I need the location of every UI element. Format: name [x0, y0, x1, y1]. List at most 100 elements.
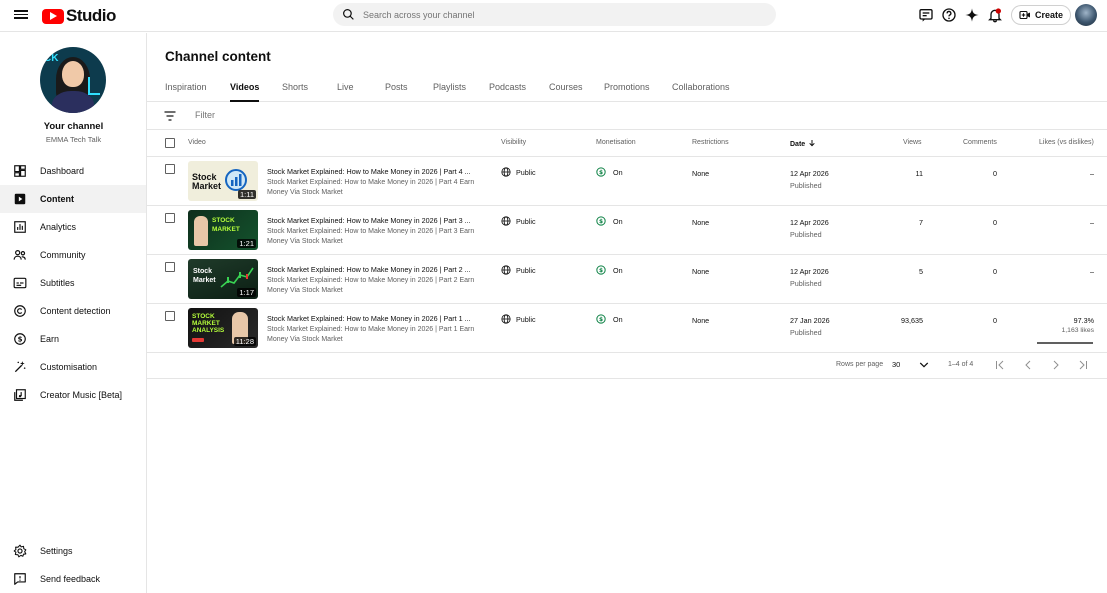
tab-courses[interactable]: Courses: [549, 82, 583, 102]
row-checkbox[interactable]: [165, 311, 175, 321]
subtitles-icon: [13, 277, 27, 289]
video-plus-icon: [1019, 10, 1030, 20]
monetisation-label: On: [613, 167, 623, 177]
search-bar[interactable]: [333, 3, 776, 26]
header-visibility: Visibility: [501, 139, 527, 146]
sidebar-item-content-detection[interactable]: Content detection: [0, 297, 146, 325]
tab-live[interactable]: Live: [337, 82, 354, 102]
video-thumbnail[interactable]: STOCK MARKET 1:21: [188, 210, 258, 250]
views-value: 5: [919, 267, 923, 276]
table-row[interactable]: Stock Market 1:17 Stock Market Explained…: [147, 255, 1107, 304]
notifications-icon[interactable]: [987, 7, 1003, 23]
tab-posts[interactable]: Posts: [385, 82, 408, 102]
row-checkbox[interactable]: [165, 213, 175, 223]
video-thumbnail[interactable]: Stock Market 1:17: [188, 259, 258, 299]
likes-value: –: [1090, 218, 1094, 227]
comments-value: 0: [993, 267, 997, 276]
monetisation-status[interactable]: $ On: [596, 167, 623, 177]
sidebar-item-settings[interactable]: Settings: [0, 537, 146, 565]
content-tabs: Inspiration Videos Shorts Live Posts Pla…: [147, 79, 1107, 102]
visibility-status[interactable]: Public: [501, 167, 536, 177]
filter-input[interactable]: [195, 110, 595, 120]
sidebar-item-analytics[interactable]: Analytics: [0, 213, 146, 241]
date-value: 12 Apr 2026: [790, 267, 829, 276]
first-page-icon[interactable]: [994, 359, 1006, 371]
menu-icon[interactable]: [14, 8, 28, 22]
sparkle-icon[interactable]: [964, 7, 980, 23]
table-row[interactable]: STOCK MARKET ANALYSIS 11:28 Stock Market…: [147, 304, 1107, 353]
thumbnail-badge: [192, 338, 204, 342]
visibility-label: Public: [516, 265, 536, 275]
create-label: Create: [1035, 10, 1064, 20]
community-icon: [13, 250, 26, 260]
table-row[interactable]: STOCK MARKET 1:21 Stock Market Explained…: [147, 206, 1107, 255]
tab-shorts[interactable]: Shorts: [282, 82, 308, 102]
svg-text:$: $: [599, 170, 603, 176]
sidebar-item-label: Content detection: [40, 306, 111, 316]
feedback-icon: [14, 573, 26, 585]
sidebar-item-creator-music[interactable]: Creator Music [Beta]: [0, 381, 146, 409]
sidebar-item-label: Settings: [40, 546, 73, 556]
tab-videos[interactable]: Videos: [230, 82, 260, 102]
tab-promotions[interactable]: Promotions: [604, 82, 650, 102]
account-avatar[interactable]: [1075, 4, 1097, 26]
video-thumbnail[interactable]: STOCK MARKET ANALYSIS 11:28: [188, 308, 258, 348]
visibility-status[interactable]: Public: [501, 265, 536, 275]
header-date[interactable]: Date: [790, 139, 816, 148]
dollar-circle-icon: $: [596, 167, 606, 177]
studio-logo[interactable]: Studio: [42, 6, 116, 26]
sidebar-item-earn[interactable]: $ Earn: [0, 325, 146, 353]
next-page-icon[interactable]: [1050, 359, 1062, 371]
video-duration: 1:11: [237, 190, 256, 199]
table-row[interactable]: Stock Market 1:11 Stock Market Explained…: [147, 157, 1107, 206]
channel-avatar[interactable]: CK: [40, 47, 106, 113]
sidebar: CK Your channel EMMA Tech Talk Dashboard…: [0, 33, 147, 593]
tab-podcasts[interactable]: Podcasts: [489, 82, 526, 102]
tab-playlists[interactable]: Playlists: [433, 82, 466, 102]
visibility-status[interactable]: Public: [501, 314, 536, 324]
main-content: Channel content Inspiration Videos Short…: [147, 33, 1107, 593]
row-checkbox[interactable]: [165, 164, 175, 174]
row-checkbox[interactable]: [165, 262, 175, 272]
youtube-play-icon: [42, 8, 64, 24]
video-thumbnail[interactable]: Stock Market 1:11: [188, 161, 258, 201]
filter-icon[interactable]: [164, 111, 176, 121]
video-title[interactable]: Stock Market Explained: How to Make Mone…: [267, 314, 482, 323]
video-title[interactable]: Stock Market Explained: How to Make Mone…: [267, 167, 482, 176]
tab-inspiration[interactable]: Inspiration: [165, 82, 207, 102]
create-button[interactable]: Create: [1011, 5, 1072, 25]
previous-page-icon[interactable]: [1022, 359, 1034, 371]
rows-per-page-select[interactable]: 30: [892, 360, 900, 369]
monetisation-status[interactable]: $ On: [596, 216, 623, 226]
dashboard-icon: [14, 165, 26, 177]
subtitles-comment-icon[interactable]: [918, 7, 934, 23]
views-value: 7: [919, 218, 923, 227]
video-title[interactable]: Stock Market Explained: How to Make Mone…: [267, 265, 482, 274]
visibility-status[interactable]: Public: [501, 216, 536, 226]
video-title[interactable]: Stock Market Explained: How to Make Mone…: [267, 216, 482, 225]
last-page-icon[interactable]: [1077, 359, 1089, 371]
likes-value: 97.3%: [1073, 316, 1094, 325]
visibility-label: Public: [516, 216, 536, 226]
monetisation-status[interactable]: $ On: [596, 265, 623, 275]
likes-count: 1,163 likes: [1061, 327, 1095, 334]
chevron-down-icon[interactable]: [919, 361, 929, 369]
sidebar-item-community[interactable]: Community: [0, 241, 146, 269]
sidebar-item-label: Analytics: [40, 222, 77, 232]
date-value: 12 Apr 2026: [790, 169, 829, 178]
video-description: Stock Market Explained: How to Make Mone…: [267, 228, 475, 245]
logo-text: Studio: [66, 6, 116, 25]
tab-collaborations[interactable]: Collaborations: [672, 82, 730, 102]
sidebar-bottom: Settings Send feedback: [0, 537, 146, 593]
sidebar-item-dashboard[interactable]: Dashboard: [0, 157, 146, 185]
thumbnail-text: STOCK MARKET ANALYSIS: [192, 313, 225, 334]
sidebar-item-subtitles[interactable]: Subtitles: [0, 269, 146, 297]
music-icon: [14, 389, 26, 401]
select-all-checkbox[interactable]: [165, 138, 175, 148]
help-icon[interactable]: [941, 7, 957, 23]
sidebar-item-customisation[interactable]: Customisation: [0, 353, 146, 381]
sidebar-item-content[interactable]: Content: [0, 185, 146, 213]
search-input[interactable]: [363, 9, 743, 20]
sidebar-item-send-feedback[interactable]: Send feedback: [0, 565, 146, 593]
monetisation-status[interactable]: $ On: [596, 314, 623, 324]
